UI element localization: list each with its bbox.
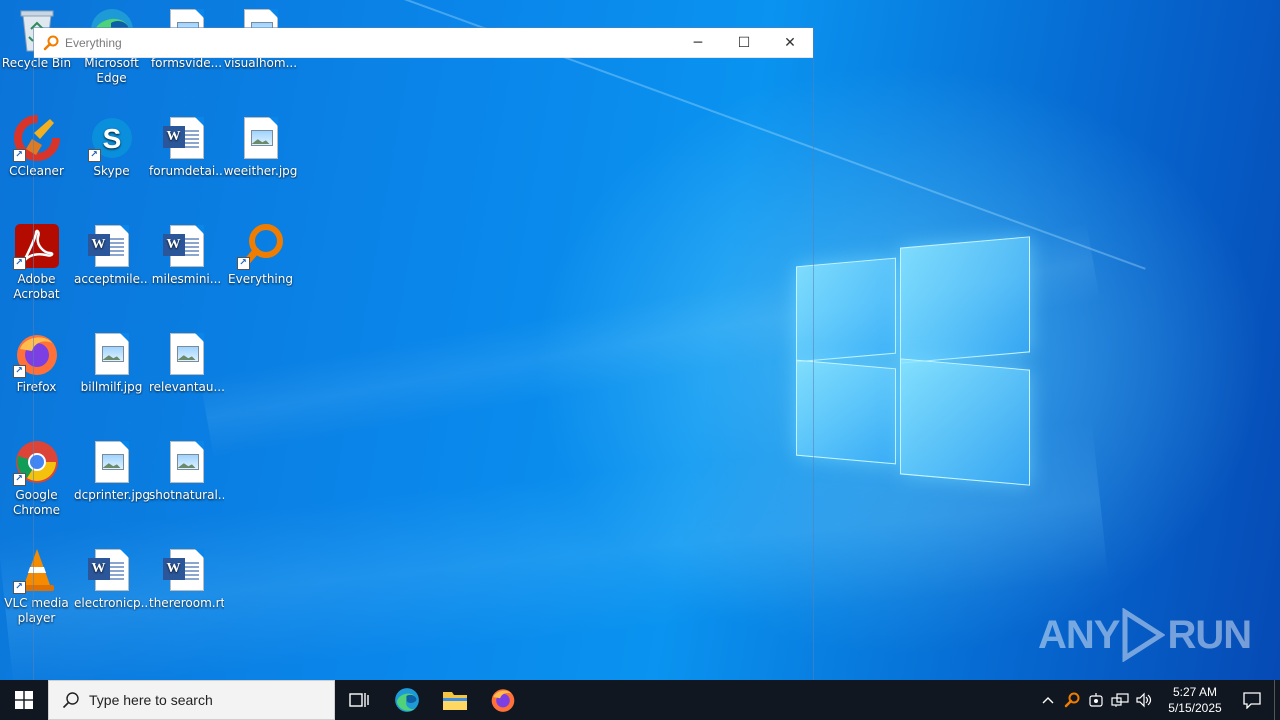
taskbar-file-explorer-button[interactable] — [431, 680, 479, 720]
windows-wallpaper-logo — [796, 236, 1030, 486]
action-center-button[interactable] — [1230, 680, 1274, 720]
meet-now-icon[interactable] — [1084, 680, 1108, 720]
search-input[interactable] — [87, 691, 321, 709]
show-desktop-button[interactable] — [1274, 680, 1280, 720]
taskbar-edge-button[interactable] — [383, 680, 431, 720]
folder-icon — [443, 692, 467, 710]
everything-tray-icon[interactable] — [1060, 680, 1084, 720]
watermark-text-left: ANY — [1038, 612, 1120, 657]
taskbar-search-box[interactable] — [48, 680, 335, 720]
edge-icon — [395, 688, 419, 712]
start-button[interactable] — [0, 680, 48, 720]
minimize-button[interactable]: ─ — [675, 28, 721, 57]
everything-window[interactable]: Everything ─ ☐ ✕ — [33, 27, 814, 681]
system-tray: 5:27 AM 5/15/2025 — [1036, 680, 1280, 720]
taskbar-firefox-button[interactable] — [479, 680, 527, 720]
notification-icon — [1243, 692, 1261, 709]
clock-date: 5/15/2025 — [1168, 701, 1222, 715]
play-logo-icon — [1122, 608, 1166, 662]
shortcut-arrow-icon: ↗ — [12, 149, 26, 162]
firefox-icon — [491, 689, 515, 712]
taskbar-clock[interactable]: 5:27 AM 5/15/2025 — [1160, 684, 1230, 716]
watermark-text-right: RUN — [1167, 612, 1252, 657]
close-button[interactable]: ✕ — [767, 28, 813, 57]
taskbar: 5:27 AM 5/15/2025 — [0, 680, 1280, 720]
volume-icon[interactable] — [1132, 680, 1156, 720]
window-title: Everything — [65, 35, 122, 50]
maximize-button[interactable]: ☐ — [721, 28, 767, 57]
show-hidden-icons-chevron-up-icon[interactable] — [1036, 680, 1060, 720]
shortcut-arrow-icon: ↗ — [12, 473, 26, 486]
shortcut-arrow-icon: ↗ — [12, 365, 26, 378]
shortcut-arrow-icon: ↗ — [12, 257, 26, 270]
anyrun-watermark: ANY RUN — [1038, 608, 1252, 662]
windows-start-icon — [15, 691, 33, 709]
task-view-icon — [349, 693, 369, 707]
shortcut-arrow-icon: ↗ — [12, 581, 26, 594]
search-icon — [61, 690, 81, 710]
network-icon[interactable] — [1108, 680, 1132, 720]
task-view-button[interactable] — [335, 680, 383, 720]
window-titlebar[interactable]: Everything ─ ☐ ✕ — [34, 28, 813, 58]
clock-time: 5:27 AM — [1172, 685, 1218, 699]
everything-icon — [43, 35, 59, 51]
